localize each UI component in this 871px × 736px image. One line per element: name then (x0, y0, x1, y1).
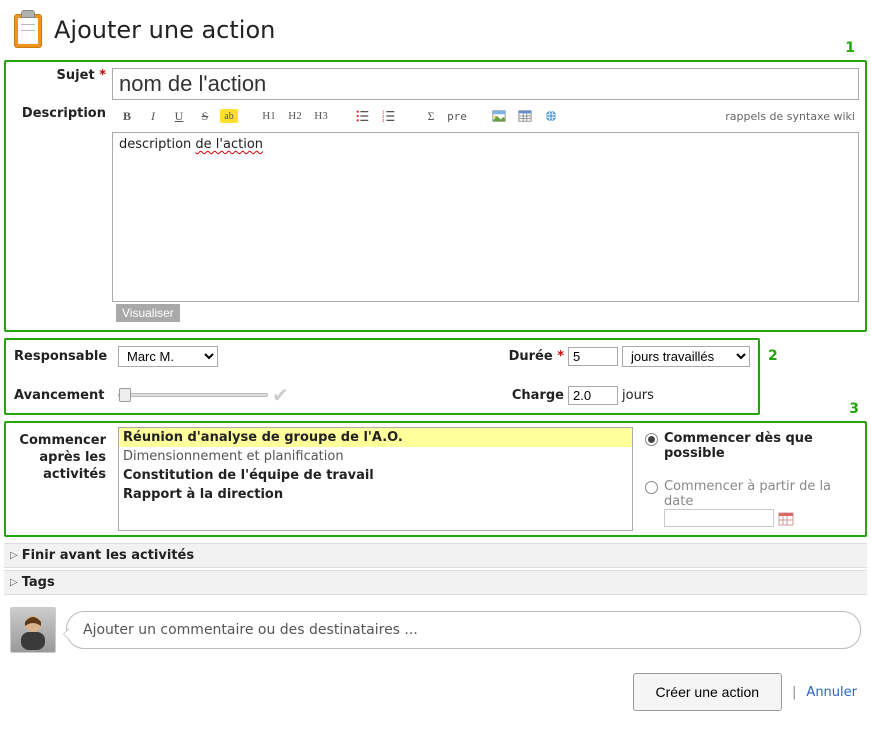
start-after-label: Commencer après les activités (12, 427, 112, 531)
activities-listbox[interactable]: Réunion d'analyse de groupe de l'A.O. Di… (118, 427, 633, 531)
calendar-icon[interactable] (778, 510, 794, 526)
table-button[interactable] (514, 106, 536, 126)
h3-button[interactable]: H3 (310, 106, 332, 126)
start-date-input[interactable] (664, 509, 774, 527)
start-options: Commencer dès que possible Commencer à p… (639, 427, 859, 531)
editor-toolbar: B I U S ab H1 H2 H3 123 Σ pre (112, 100, 865, 132)
h1-button[interactable]: H1 (258, 106, 280, 126)
list-item[interactable]: Dimensionnement et planification (119, 447, 632, 466)
subject-label: Sujet * (6, 62, 112, 83)
radio-icon[interactable] (645, 481, 658, 494)
section-planning: Responsable Marc M. Durée * jours travai… (4, 338, 760, 415)
strike-button[interactable]: S (194, 106, 216, 126)
list-item[interactable]: Réunion d'analyse de groupe de l'A.O. (119, 428, 632, 447)
cancel-link[interactable]: Annuler (806, 685, 857, 700)
wiki-help-link[interactable]: rappels de syntaxe wiki (725, 110, 865, 123)
duration-label: Durée * (509, 349, 564, 364)
page-header: Ajouter une action (4, 4, 867, 60)
subject-input[interactable] (112, 68, 859, 100)
load-label: Charge (512, 388, 564, 403)
finish-before-section[interactable]: ▷ Finir avant les activités (4, 543, 867, 568)
create-action-button[interactable]: Créer une action (633, 673, 783, 711)
image-button[interactable] (488, 106, 510, 126)
h2-button[interactable]: H2 (284, 106, 306, 126)
footer: Créer une action | Annuler (4, 653, 867, 721)
chevron-right-icon: ▷ (10, 577, 18, 588)
section-dependencies: 3 Commencer après les activités Réunion … (4, 421, 867, 537)
duration-unit-select[interactable]: jours travaillés (622, 346, 750, 367)
avatar (10, 607, 56, 653)
start-asap-option[interactable]: Commencer dès que possible (645, 431, 859, 461)
description-textarea[interactable]: description de l'action (112, 132, 859, 302)
section-main: 1 Sujet * Description B I U S ab H1 H2 H… (4, 60, 867, 332)
list-item[interactable]: Constitution de l'équipe de travail (119, 466, 632, 485)
duration-input[interactable] (568, 347, 618, 366)
tags-section[interactable]: ▷ Tags (4, 570, 867, 595)
visualize-button[interactable]: Visualiser (116, 304, 180, 322)
start-from-date-option[interactable]: Commencer à partir de la date (645, 479, 859, 527)
highlight-button[interactable]: ab (220, 109, 238, 123)
list-item[interactable]: Rapport à la direction (119, 485, 632, 504)
page-title: Ajouter une action (54, 16, 275, 44)
responsible-label: Responsable (14, 349, 114, 364)
section-number-3: 3 (849, 401, 859, 417)
responsible-select[interactable]: Marc M. (118, 346, 218, 367)
italic-button[interactable]: I (142, 106, 164, 126)
progress-slider[interactable] (118, 393, 268, 397)
numbered-list-button[interactable]: 123 (378, 106, 400, 126)
progress-done-icon: ✔ (272, 383, 289, 407)
formula-button[interactable]: Σ (420, 106, 442, 126)
bold-button[interactable]: B (116, 106, 138, 126)
description-label: Description (6, 100, 112, 121)
load-input[interactable] (568, 386, 618, 405)
progress-label: Avancement (14, 388, 114, 403)
svg-text:3: 3 (382, 118, 385, 123)
chevron-right-icon: ▷ (10, 550, 18, 561)
load-unit: jours (622, 388, 750, 403)
comment-input[interactable]: Ajouter un commentaire ou des destinatai… (66, 611, 861, 649)
radio-icon[interactable] (645, 433, 658, 446)
comment-row: Ajouter un commentaire ou des destinatai… (10, 607, 861, 653)
pre-button[interactable]: pre (446, 106, 468, 126)
link-button[interactable] (540, 106, 562, 126)
underline-button[interactable]: U (168, 106, 190, 126)
clipboard-icon (12, 10, 44, 50)
section-number-1: 1 (845, 40, 855, 56)
bulleted-list-button[interactable] (352, 106, 374, 126)
section-number-2: 2 (768, 348, 778, 364)
